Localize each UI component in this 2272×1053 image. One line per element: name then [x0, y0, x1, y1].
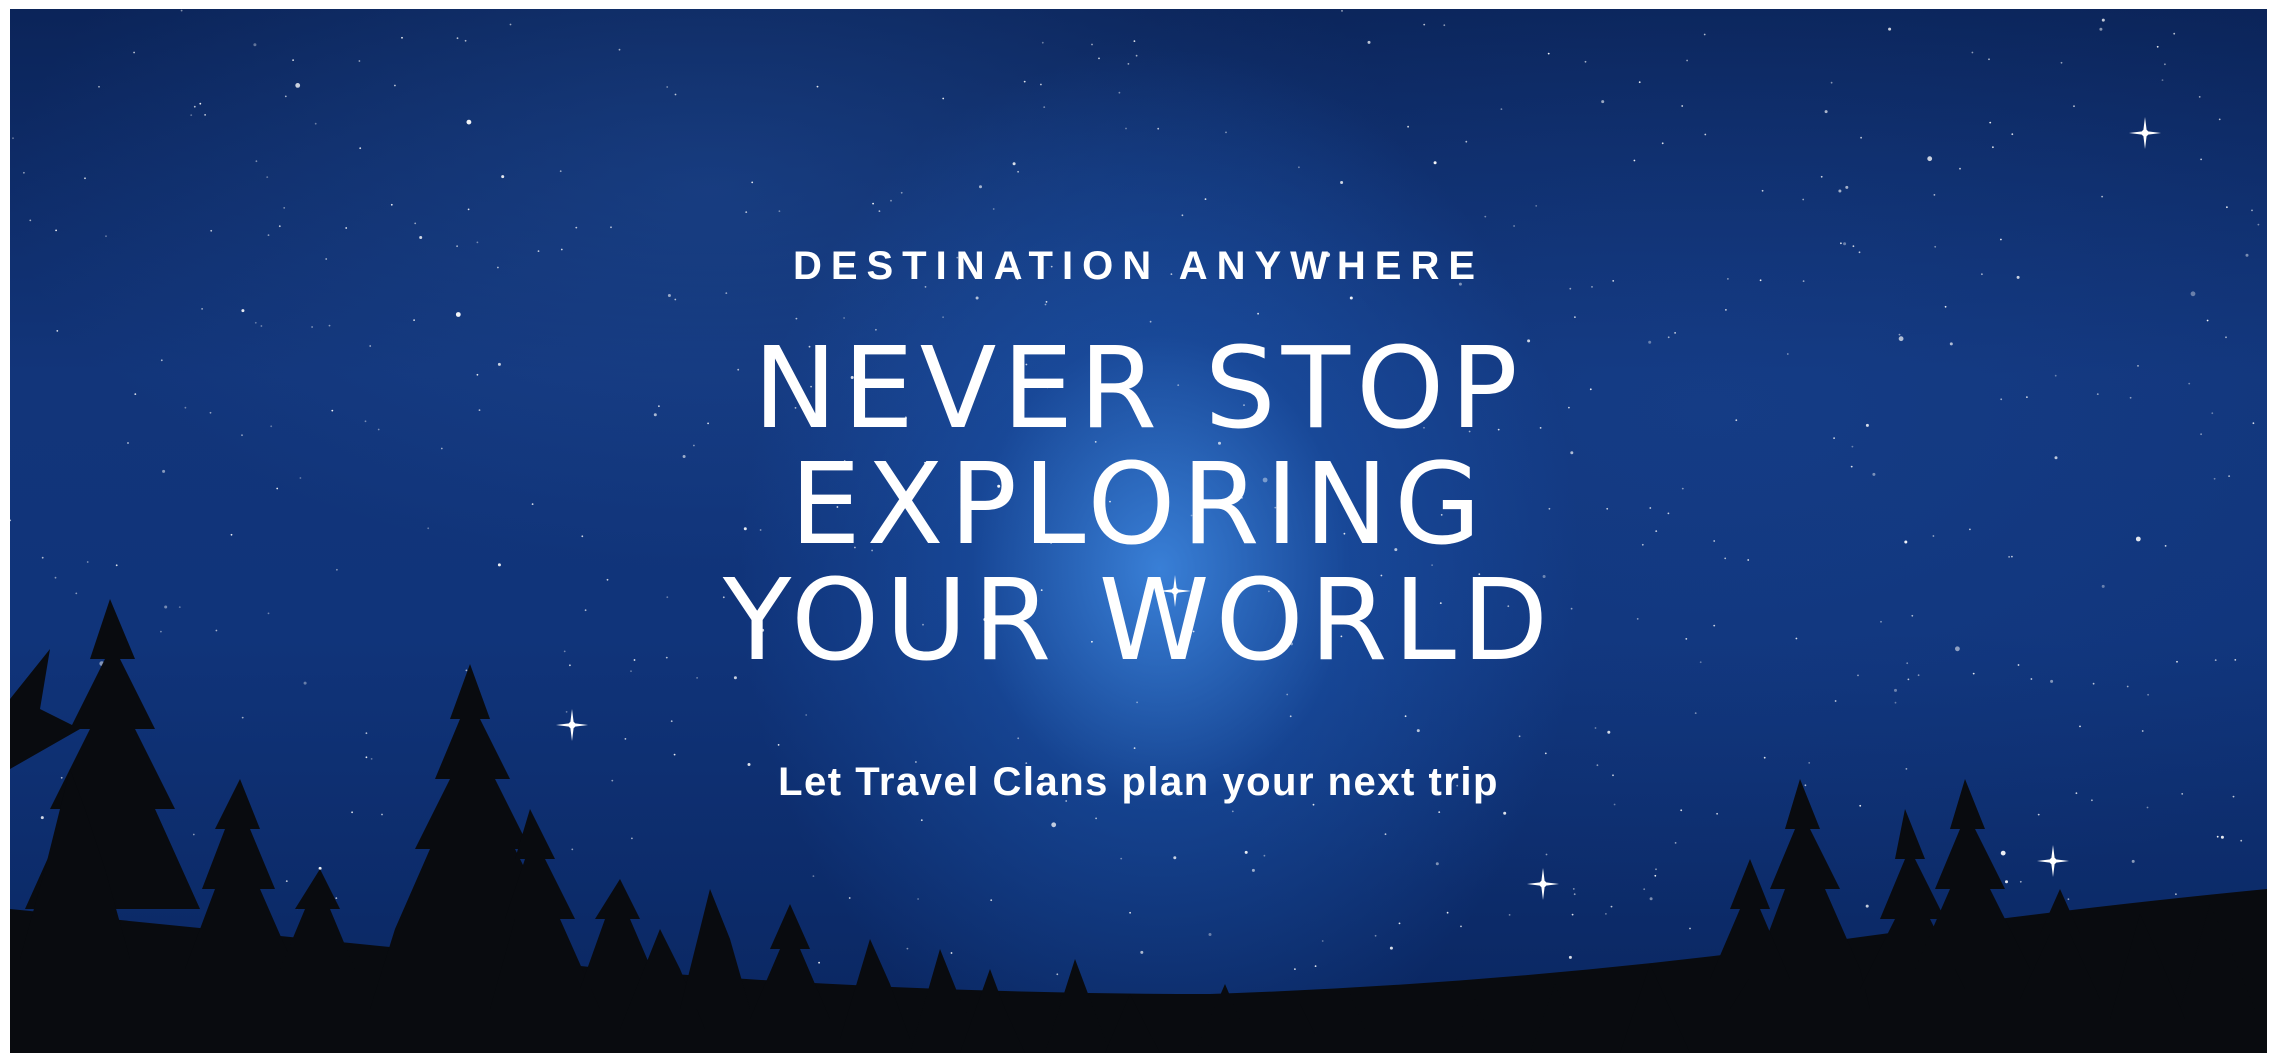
hero-tagline: Let Travel Clans plan your next trip	[778, 760, 1499, 804]
headline-line-2: EXPLORING	[789, 440, 1487, 570]
headline-line-3: YOUR WORLD	[722, 556, 1555, 686]
hero-copy: DESTINATION ANYWHERE NEVER STOP EXPLORIN…	[10, 9, 2267, 1053]
headline-line-1: NEVER STOP	[753, 324, 1524, 454]
hero-headline: NEVER STOP EXPLORING YOUR WORLD	[10, 331, 2267, 679]
hero-eyebrow: DESTINATION ANYWHERE	[792, 244, 1485, 288]
hero-banner: DESTINATION ANYWHERE NEVER STOP EXPLORIN…	[10, 9, 2267, 1053]
